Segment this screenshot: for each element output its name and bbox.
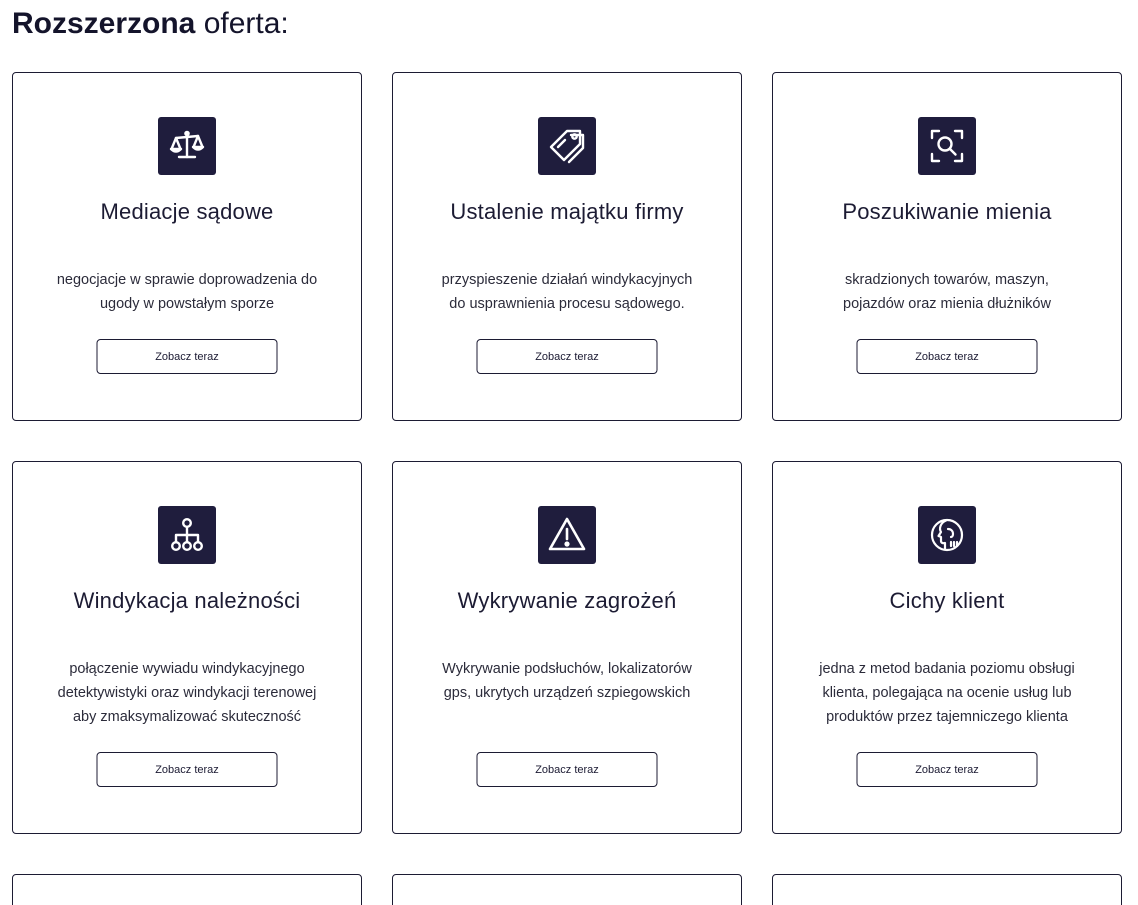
card-description: Wykrywanie podsłuchów, lokalizatorów gps,… [442,661,692,701]
price-tag-icon [538,117,596,175]
offer-card-mediacje: Mediacje sądowe negocjacje w sprawie dop… [12,72,362,421]
card-title: Mediacje sądowe [100,199,274,224]
card-title: Windykacja należności [73,588,301,613]
see-now-button[interactable]: Zobacz teraz [856,752,1038,787]
card-description: jedna z metod badania poziomu obsługi kli… [819,661,1075,725]
offer-card-poszukiwanie: Poszukiwanie mienia skradzionych towarów… [772,72,1122,421]
see-now-button[interactable]: Zobacz teraz [476,339,658,374]
offer-card-cichy-klient: Cichy klient jedna z metod badania pozio… [772,461,1122,834]
card-description: połączenie wywiadu windykacyjnego detekty… [57,661,317,725]
card-description: skradzionych towarów, maszyn, pojazdów or… [843,272,1051,312]
offer-card-partial [392,874,742,905]
card-title: Wykrywanie zagrożeń [457,588,677,613]
offer-card-zagrozenia: Wykrywanie zagrożeń Wykrywanie podsłuchó… [392,461,742,834]
card-description: negocjacje w sprawie doprowadzenia do ugo… [56,272,318,312]
hierarchy-icon [158,506,216,564]
card-title: Ustalenie majątku firmy [450,199,684,224]
scales-icon [158,117,216,175]
card-title: Poszukiwanie mienia [842,199,1052,224]
heading-bold: Rozszerzona [12,7,196,40]
card-title: Cichy klient [889,588,1005,613]
page-heading: Rozszerzona oferta: [12,2,289,46]
heading-light: oferta: [203,7,289,40]
silent-head-icon [918,506,976,564]
offer-card-partial [772,874,1122,905]
see-now-button[interactable]: Zobacz teraz [476,752,658,787]
warning-triangle-icon [538,506,596,564]
offer-card-majatek: Ustalenie majątku firmy przyspieszenie d… [392,72,742,421]
scan-search-icon [918,117,976,175]
see-now-button[interactable]: Zobacz teraz [96,339,278,374]
see-now-button[interactable]: Zobacz teraz [856,339,1038,374]
offer-card-partial [12,874,362,905]
offer-card-windykacja: Windykacja należności połączenie wywiadu… [12,461,362,834]
card-description: przyspieszenie działań windykacyjnych do … [441,272,693,312]
see-now-button[interactable]: Zobacz teraz [96,752,278,787]
